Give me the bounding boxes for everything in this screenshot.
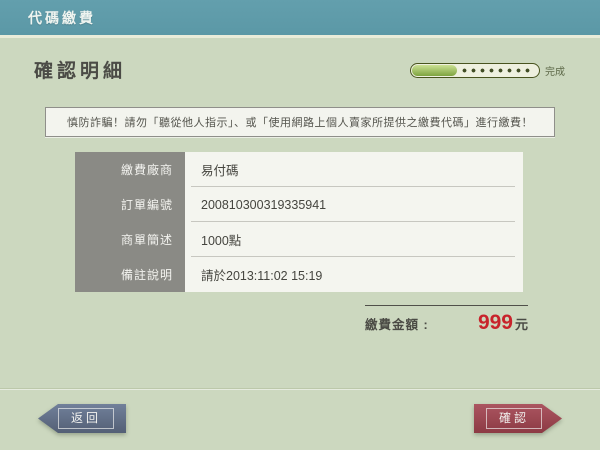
- back-button[interactable]: 返回: [38, 404, 126, 433]
- row-value: 易付碼: [185, 152, 523, 187]
- fraud-warning-text: 慎防詐騙！請勿「聽從他人指示」、或「使用網路上個人賣家所提供之繳費代碼」進行繳費…: [67, 114, 533, 130]
- header-title: 代碼繳費: [28, 8, 96, 28]
- progress-bar: 完成: [410, 63, 565, 78]
- amount-divider: [365, 305, 528, 306]
- row-label: 備註說明: [75, 257, 185, 292]
- row-value: 請於2013:11:02 15:19: [185, 257, 523, 292]
- footer-divider: [0, 389, 600, 390]
- payment-amount: 繳費金額 : 999 元: [365, 311, 528, 335]
- header-bar: 代碼繳費: [0, 0, 600, 38]
- page-title: 確認明細: [34, 56, 126, 83]
- payment-amount-value: 999: [478, 311, 513, 335]
- kiosk-screen: 代碼繳費 確認明細 完成 慎防詐騙！請勿「聽從他人指示」、或「使用網路上個人賣家…: [0, 0, 600, 450]
- fraud-warning-banner: 慎防詐騙！請勿「聽從他人指示」、或「使用網路上個人賣家所提供之繳費代碼」進行繳費…: [45, 107, 555, 137]
- table-row: 繳費廠商 易付碼: [75, 152, 523, 187]
- confirm-button[interactable]: 確認: [474, 404, 562, 433]
- confirm-button-label: 確認: [486, 408, 542, 428]
- table-row: 商單簡述 1000點: [75, 222, 523, 257]
- row-label: 訂單編號: [75, 187, 185, 222]
- payment-amount-unit: 元: [515, 314, 528, 333]
- progress-dots: [462, 68, 533, 73]
- row-value: 200810300319335941: [185, 187, 523, 222]
- row-label: 商單簡述: [75, 222, 185, 257]
- table-row: 訂單編號 200810300319335941: [75, 187, 523, 222]
- progress-complete-label: 完成: [545, 63, 565, 78]
- progress-fill: [412, 65, 457, 76]
- back-button-label: 返回: [58, 408, 114, 428]
- table-row: 備註說明 請於2013:11:02 15:19: [75, 257, 523, 292]
- payment-amount-label: 繳費金額 :: [365, 314, 429, 333]
- back-button-wrap: 返回: [38, 404, 126, 433]
- details-table: 繳費廠商 易付碼 訂單編號 200810300319335941 商單簡述 10…: [75, 152, 523, 292]
- row-label: 繳費廠商: [75, 152, 185, 187]
- row-value: 1000點: [185, 222, 523, 257]
- confirm-button-wrap: 確認: [474, 404, 562, 433]
- progress-track: [410, 63, 540, 78]
